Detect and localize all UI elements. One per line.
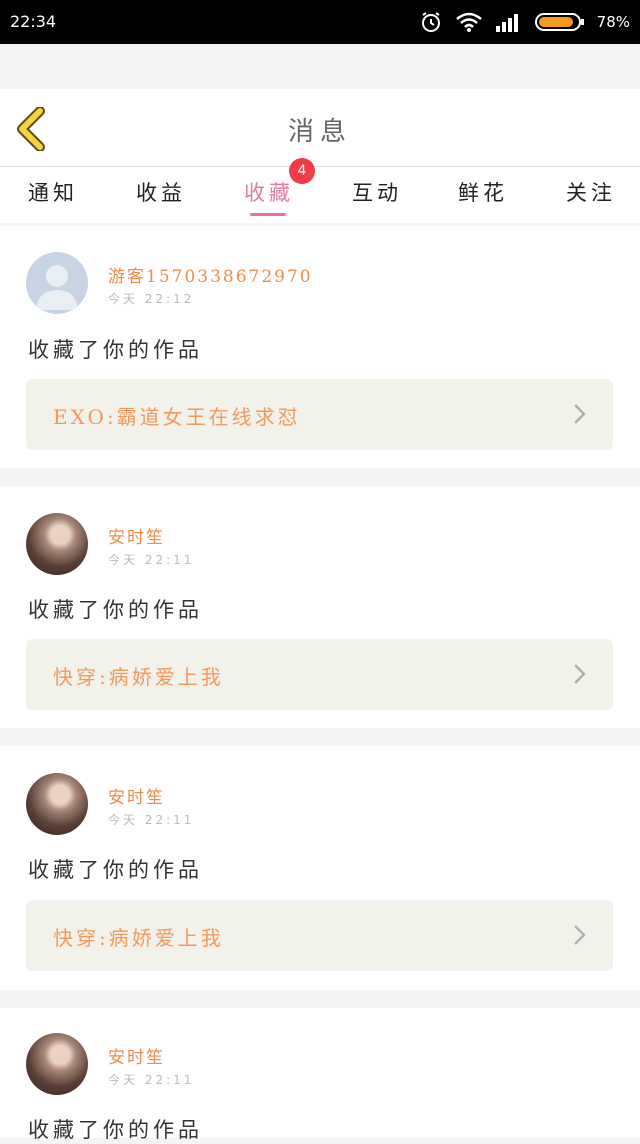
user-name[interactable]: 游客1570338672970 [108, 262, 313, 287]
work-title: 快穿:病娇爱上我 [53, 926, 224, 950]
status-time: 22:34 [10, 12, 57, 31]
status-icons: 78% [419, 10, 630, 34]
message-card: 安时笙 今天 22:11 收藏了你的作品 快穿:病娇爱上我 [0, 486, 640, 728]
user-name[interactable]: 安时笙 [108, 1043, 165, 1068]
work-link[interactable]: 快穿:病娇爱上我 [26, 639, 613, 710]
chevron-right-icon [574, 404, 586, 424]
message-time: 今天 22:12 [108, 292, 195, 306]
active-tab-indicator [250, 213, 286, 216]
work-link[interactable]: EXO:霸道女王在线求怼 [26, 379, 613, 450]
work-title: EXO:霸道女王在线求怼 [53, 405, 301, 429]
tab-favorites[interactable]: 收藏 [244, 177, 294, 207]
top-spacer [0, 44, 640, 89]
avatar[interactable] [26, 252, 88, 314]
avatar[interactable] [26, 513, 88, 575]
tab-flowers[interactable]: 鲜花 [458, 177, 508, 207]
message-card: 安时笙 今天 22:11 收藏了你的作品 快穿:病娇爱上我 [0, 746, 640, 990]
signal-icon [495, 14, 518, 32]
user-name[interactable]: 安时笙 [108, 523, 165, 548]
avatar[interactable] [26, 1033, 88, 1095]
message-time: 今天 22:11 [108, 813, 195, 827]
tab-interaction[interactable]: 互动 [352, 177, 402, 207]
work-title: 快穿:病娇爱上我 [53, 665, 224, 689]
page-title: 消息 [287, 117, 352, 147]
message-time: 今天 22:11 [108, 1073, 195, 1087]
tab-earnings[interactable]: 收益 [136, 177, 186, 207]
wifi-icon [455, 12, 482, 32]
default-avatar-icon [36, 265, 78, 310]
alarm-icon [421, 12, 440, 32]
tab-following[interactable]: 关注 [566, 177, 616, 207]
action-text: 收藏了你的作品 [28, 338, 203, 362]
chevron-right-icon [574, 925, 586, 945]
battery-percentage: 78% [596, 13, 630, 31]
message-card: 游客1570338672970 今天 22:12 收藏了你的作品 EXO:霸道女… [0, 226, 640, 468]
action-text: 收藏了你的作品 [28, 1118, 203, 1142]
header: 消息 [0, 89, 640, 167]
message-card: 安时笙 今天 22:11 收藏了你的作品 [0, 1008, 640, 1142]
status-bar: 22:34 78% [0, 0, 640, 44]
work-link[interactable]: 快穿:病娇爱上我 [26, 900, 613, 971]
tab-notification[interactable]: 通知 [28, 177, 78, 207]
battery-icon [534, 13, 584, 31]
user-name[interactable]: 安时笙 [108, 783, 165, 808]
tab-bar: 通知 收益 收藏 互动 鲜花 关注 [0, 167, 640, 223]
favorites-badge: 4 [289, 158, 315, 184]
action-text: 收藏了你的作品 [28, 598, 203, 622]
avatar[interactable] [26, 773, 88, 835]
message-time: 今天 22:11 [108, 553, 195, 567]
action-text: 收藏了你的作品 [28, 858, 203, 882]
chevron-right-icon [574, 664, 586, 684]
